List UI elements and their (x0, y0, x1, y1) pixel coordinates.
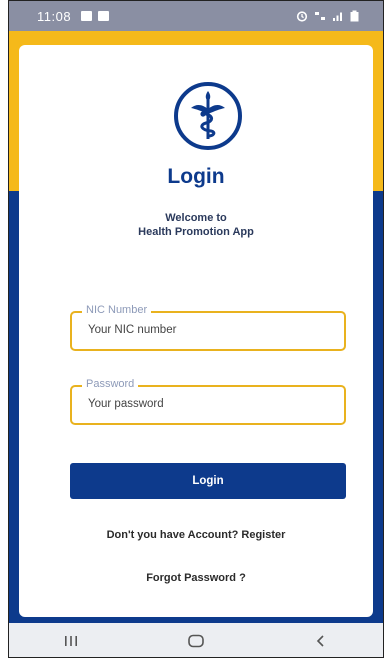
password-label: Password (82, 378, 139, 390)
recent-apps-icon (65, 636, 78, 646)
android-nav-bar (9, 623, 383, 657)
battery-icon (350, 10, 359, 22)
nic-field[interactable]: NIC Number Your NIC number (70, 304, 346, 351)
check-box-icon (98, 11, 110, 21)
welcome-line-1: Welcome to (165, 212, 227, 224)
login-button[interactable]: Login (70, 463, 346, 499)
nic-label: NIC Number (82, 304, 152, 316)
home-button[interactable] (166, 626, 226, 656)
network-icon (315, 12, 325, 20)
password-field[interactable]: Password Your password (70, 378, 346, 425)
nic-input[interactable]: Your NIC number (88, 324, 176, 336)
password-input[interactable]: Your password (88, 398, 164, 410)
status-left-icons (81, 11, 110, 21)
health-logo-icon (174, 82, 242, 150)
image-icon (81, 11, 93, 21)
forgot-password-link[interactable]: Forgot Password ? (19, 572, 373, 584)
status-bar: 11:08 (9, 1, 383, 31)
alarm-icon (296, 11, 308, 22)
welcome-text: Welcome to Health Promotion App (19, 211, 373, 239)
back-button[interactable] (291, 626, 351, 656)
register-link[interactable]: Don't you have Account? Register (19, 529, 373, 541)
status-right-icons (296, 10, 359, 22)
login-card: Login Welcome to Health Promotion App NI… (19, 45, 373, 617)
back-icon (316, 635, 324, 647)
page-title: Login (167, 165, 225, 188)
phone-frame: 11:08 Login Welcome to Health Promotion … (8, 0, 384, 658)
welcome-line-2: Health Promotion App (138, 226, 254, 238)
recent-apps-button[interactable] (41, 626, 101, 656)
home-icon (188, 634, 204, 648)
signal-icon (333, 12, 342, 21)
status-time: 11:08 (37, 8, 72, 24)
